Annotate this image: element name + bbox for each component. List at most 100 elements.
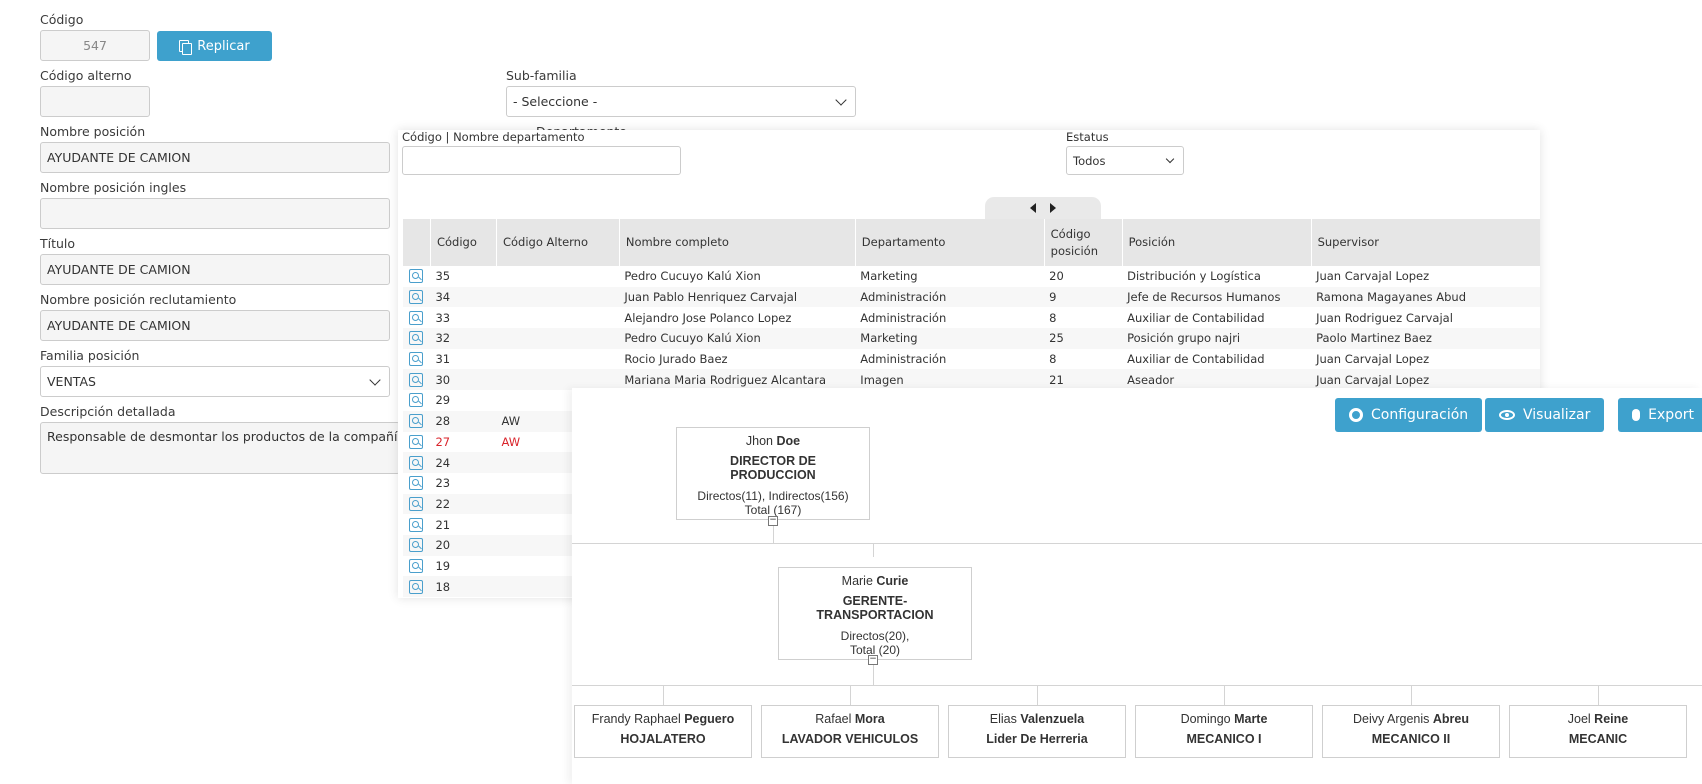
cell-codigo: 31 [435,352,451,367]
node-title: MECANIC [1568,732,1628,746]
view-record-icon[interactable] [408,496,423,511]
org-node-child[interactable]: Elias Valenzuela Lider De Herreria [948,705,1126,758]
familia-label: Familia posición [40,348,140,363]
cell-codigo: 32 [430,328,497,349]
view-record-icon[interactable] [408,579,423,594]
table-row[interactable]: 35 Pedro Cucuyo Kalú Xion Marketing 20 Distr… [403,266,1541,287]
column-header[interactable]: Supervisor [1310,219,1540,266]
view-record-icon[interactable] [408,352,423,367]
cell-nombre: Juan Pablo Henriquez Carvajal [619,286,856,308]
view-record-icon[interactable] [408,414,423,429]
view-record-icon[interactable] [408,269,423,284]
familia-select[interactable]: VENTAS [40,366,390,397]
cell-codigo: 24 [430,452,497,473]
subfamilia-select[interactable]: - Seleccione - [506,86,856,117]
table-row[interactable]: 33 Alejandro Jose Polanco Lopez Administra… [403,307,1541,328]
connector-line [850,685,851,705]
column-header[interactable]: Código posición [1043,219,1123,266]
chevron-down-icon [369,373,381,386]
cell-codigo: 27 [435,434,451,449]
table-row[interactable]: 32 Pedro Cucuyo Kalú Xion Marketing 25 Posic… [402,328,1540,349]
familia-value: VENTAS [47,374,96,389]
table-row[interactable]: 31 Rocio Jurado Baez Administración 8 Auxili… [403,349,1541,370]
node-title: Lider De Herreria [986,732,1088,746]
titulo-input[interactable]: AYUDANTE DE CAMION [40,254,390,285]
cell-cod-pos: 20 [1049,269,1064,284]
cell-codigo: 29 [435,393,451,408]
collapse-toggle-icon[interactable]: − [868,655,878,665]
column-header[interactable]: Código [429,219,497,266]
replicar-button[interactable]: Replicar [157,31,272,61]
cell-supervisor: Ramona Magayanes Abud [1311,286,1540,308]
nombre-ingles-input[interactable] [40,198,390,229]
collapse-toggle-icon[interactable]: − [768,516,778,526]
exportar-button[interactable]: Export [1618,398,1702,432]
reclutamiento-input[interactable]: AYUDANTE DE CAMION [40,310,390,341]
view-record-icon[interactable] [408,455,423,470]
row-action-cell [402,410,431,432]
org-node-child[interactable]: Frandy Raphael Peguero HOJALATERO [574,705,752,758]
search-input[interactable] [402,146,681,175]
connector-line [572,543,1702,544]
row-action-cell [403,473,431,494]
view-record-icon[interactable] [408,372,423,387]
view-record-icon[interactable] [408,331,423,346]
view-record-icon[interactable] [408,393,423,408]
view-record-icon[interactable] [408,290,423,305]
eye-icon [1499,410,1515,420]
caret-right-icon[interactable] [1050,203,1056,213]
cell-codigo: 33 [435,310,451,325]
view-record-icon[interactable] [408,558,423,573]
org-node-child[interactable]: Rafael Mora LAVADOR VEHICULOS [761,705,939,758]
connector-line [873,664,874,685]
cell-codigo: 30 [430,369,497,391]
node-name: Frandy Raphael Peguero [591,712,735,726]
column-header[interactable]: Posición [1121,219,1312,266]
nombre-posicion-input[interactable]: AYUDANTE DE CAMION [40,142,390,173]
view-record-icon[interactable] [408,476,423,491]
cell-codigo: 19 [435,558,451,573]
connector-line [663,685,664,705]
cell-posicion: Auxiliar de Contabilidad [1127,352,1265,367]
row-action-cell [403,556,431,577]
cell-cod-pos: 25 [1044,328,1123,349]
configuracion-button[interactable]: Configuración [1335,398,1483,432]
row-action-cell [402,328,431,349]
table-row[interactable]: 34 Juan Pablo Henriquez Carvajal Administr… [402,286,1540,308]
org-node-root[interactable]: Jhon Doe DIRECTOR DE PRODUCCION Directos… [676,427,870,520]
node-title: GERENTE-TRANSPORTACION [816,594,934,623]
view-record-icon[interactable] [408,517,423,532]
visualizar-button[interactable]: Visualizar [1485,398,1605,432]
node-stats: Directos(11), Indirectos(156) Total (167) [697,488,849,517]
view-record-icon[interactable] [408,434,423,449]
row-action-cell [402,286,431,308]
cell-alterno [496,328,620,349]
codigo-input[interactable]: 547 [40,30,150,61]
cell-nombre: Pedro Cucuyo Kalú Xion [624,269,761,284]
view-record-icon[interactable] [408,310,423,325]
node-name: Rafael Mora [815,712,885,726]
cell-supervisor: Juan Carvajal Lopez [1316,352,1430,367]
cell-posicion: Distribución y Logística [1127,269,1261,284]
org-node-child[interactable]: Deivy Argenis Abreu MECANICO II [1322,705,1500,758]
org-node-child[interactable]: Domingo Marte MECANICO I [1135,705,1313,758]
org-node-manager[interactable]: Marie Curie GERENTE-TRANSPORTACION Direc… [778,567,972,660]
cell-alterno [496,307,619,328]
column-header[interactable]: Departamento [854,219,1045,266]
org-node-child[interactable]: Joel Reine MECANIC [1509,705,1687,758]
cell-codigo: 20 [430,534,497,556]
codigo-alterno-input[interactable] [40,86,150,117]
estatus-select[interactable]: Todos [1066,146,1184,175]
estatus-label: Estatus [1066,130,1109,144]
chevron-down-icon [835,93,847,106]
cell-codigo: 28 [430,410,497,432]
column-header[interactable]: Nombre completo [618,219,856,266]
cell-posicion: Posición grupo najri [1122,328,1312,349]
view-record-icon[interactable] [408,538,423,553]
caret-left-icon[interactable] [1030,203,1036,213]
descripcion-textarea[interactable]: Responsable de desmontar los productos d… [40,422,400,474]
cell-codigo: 21 [435,517,451,532]
column-header[interactable]: Código Alterno [495,219,620,266]
column-header[interactable] [402,219,431,266]
cell-codigo: 35 [435,269,451,284]
